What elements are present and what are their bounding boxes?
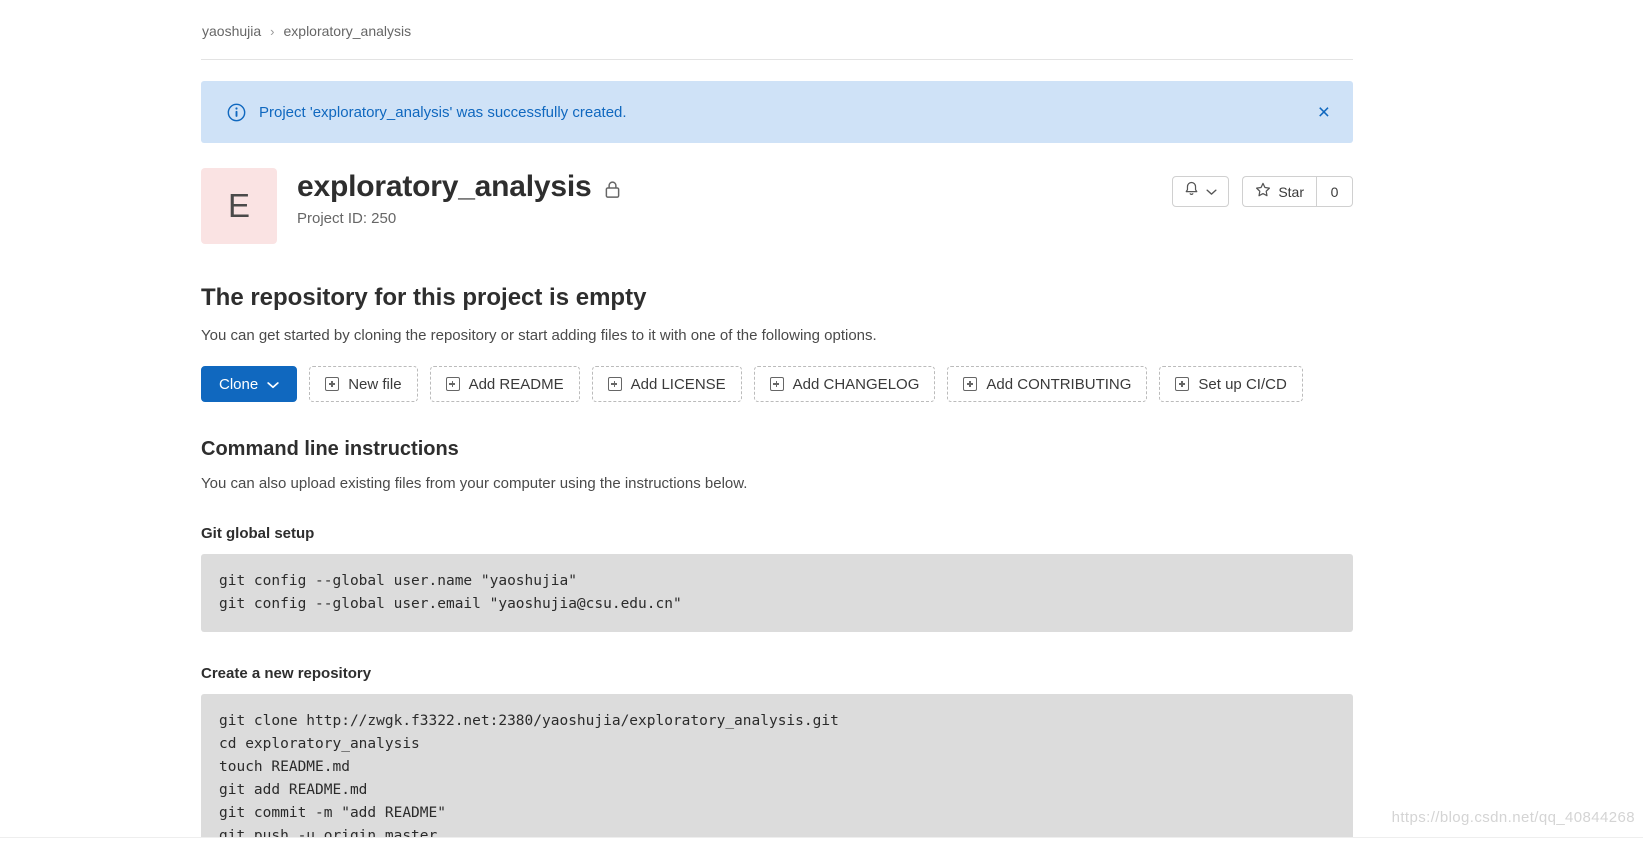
- empty-repo-title: The repository for this project is empty: [201, 284, 647, 311]
- star-button-label: Star: [1278, 183, 1304, 200]
- project-id-label: Project ID: 250: [297, 210, 397, 227]
- cli-section-description: You can also upload existing files from …: [201, 475, 748, 492]
- git-global-setup-code[interactable]: git config --global user.name "yaoshujia…: [201, 554, 1353, 632]
- cli-section-title: Command line instructions: [201, 438, 459, 460]
- info-circle-icon: [227, 103, 246, 122]
- create-new-repository-title: Create a new repository: [201, 665, 372, 682]
- notification-dropdown-button[interactable]: [1172, 176, 1230, 207]
- add-changelog-button-label: Add CHANGELOG: [792, 375, 920, 393]
- chevron-down-icon: [1206, 183, 1217, 201]
- empty-repo-actions: Clone New file Add README Add LICENSE Ad…: [201, 366, 1353, 402]
- project-header: E exploratory_analysis Project ID: 250 S…: [201, 168, 1353, 244]
- set-up-ci-cd-button-label: Set up CI/CD: [1198, 375, 1287, 393]
- add-readme-button-label: Add README: [468, 375, 564, 393]
- alert-message: Project 'exploratory_analysis' was succe…: [259, 103, 627, 121]
- breadcrumb-owner[interactable]: yaoshujia: [202, 23, 261, 39]
- set-up-ci-cd-button[interactable]: Set up CI/CD: [1159, 366, 1303, 402]
- add-readme-button[interactable]: Add README: [429, 366, 580, 402]
- add-changelog-button[interactable]: Add CHANGELOG: [753, 366, 936, 402]
- avatar: E: [201, 168, 277, 244]
- add-license-button[interactable]: Add LICENSE: [591, 366, 742, 402]
- star-button[interactable]: Star: [1242, 176, 1316, 207]
- bell-icon: [1184, 181, 1199, 202]
- breadcrumb-separator-icon: ›: [270, 23, 275, 39]
- clone-button[interactable]: Clone: [201, 366, 298, 402]
- plus-square-icon: [963, 377, 978, 391]
- breadcrumb: yaoshujia › exploratory_analysis: [201, 12, 1353, 50]
- new-file-button-label: New file: [348, 375, 402, 393]
- add-contributing-button-label: Add CONTRIBUTING: [986, 375, 1132, 393]
- empty-repo-description: You can get started by cloning the repos…: [201, 327, 877, 344]
- clone-button-label: Clone: [219, 375, 259, 393]
- success-alert: Project 'exploratory_analysis' was succe…: [201, 81, 1353, 143]
- close-icon[interactable]: ×: [1312, 98, 1336, 127]
- page-root: yaoshujia › exploratory_analysis Project…: [0, 0, 1643, 853]
- plus-square-icon: [1175, 377, 1190, 391]
- chevron-down-icon: [267, 376, 279, 393]
- plus-square-icon: [325, 377, 340, 391]
- page-title: exploratory_analysis: [297, 170, 592, 203]
- main-content: yaoshujia › exploratory_analysis Project…: [201, 0, 1353, 853]
- plus-square-icon: [607, 377, 622, 391]
- plus-square-icon: [445, 377, 460, 391]
- lock-icon: [604, 176, 621, 199]
- star-count[interactable]: 0: [1316, 176, 1353, 207]
- create-new-repository-code[interactable]: git clone http://zwgk.f3322.net:2380/yao…: [201, 694, 1353, 853]
- star-group: Star 0: [1242, 176, 1353, 207]
- git-global-setup-title: Git global setup: [201, 525, 315, 542]
- new-file-button[interactable]: New file: [309, 366, 418, 402]
- right-gutter: [1353, 0, 1643, 853]
- project-actions: Star 0: [1172, 168, 1353, 207]
- breadcrumb-divider: [201, 59, 1353, 60]
- breadcrumb-project[interactable]: exploratory_analysis: [284, 23, 412, 39]
- plus-square-icon: [769, 377, 784, 391]
- star-icon: [1255, 182, 1271, 201]
- left-gutter: [0, 0, 200, 853]
- add-contributing-button[interactable]: Add CONTRIBUTING: [947, 366, 1148, 402]
- add-license-button-label: Add LICENSE: [630, 375, 726, 393]
- project-meta: exploratory_analysis Project ID: 250: [297, 168, 1172, 227]
- bottom-strip: [0, 837, 1643, 853]
- project-title-row: exploratory_analysis: [297, 170, 1172, 204]
